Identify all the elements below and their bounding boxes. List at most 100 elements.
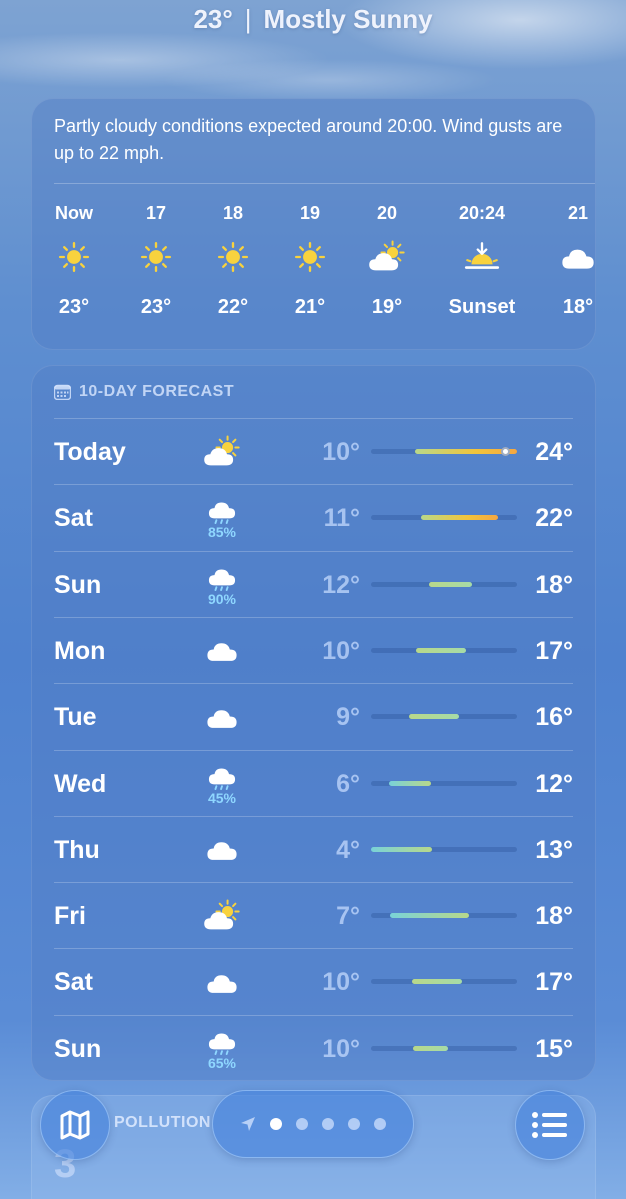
hour-temp: 23° xyxy=(140,296,172,318)
hourly-item: 21 18° xyxy=(538,199,595,321)
hourly-summary: Partly cloudy conditions expected around… xyxy=(54,116,563,163)
low-temp: 10° xyxy=(322,968,360,997)
sunset-icon xyxy=(442,227,522,287)
header-separator: | xyxy=(244,4,252,34)
forecast-day-row[interactable]: Sat 10° 17° xyxy=(54,948,573,1014)
day-name: Sat xyxy=(54,504,93,533)
calendar-icon xyxy=(54,384,71,400)
partly-cloudy-icon xyxy=(202,435,242,469)
temp-range-fill xyxy=(420,515,498,521)
forecast-day-row[interactable]: Thu 4° 13° xyxy=(54,815,573,882)
high-temp: 17° xyxy=(535,968,573,997)
low-temp: 12° xyxy=(322,570,360,599)
hourly-item: 19 21° xyxy=(270,199,350,321)
page-dot[interactable] xyxy=(296,1118,308,1130)
high-temp: 22° xyxy=(535,504,573,533)
forecast-day-row[interactable]: Mon 10° 17° xyxy=(54,616,573,683)
forecast-day-row[interactable]: Sun 90% 12° 18° xyxy=(54,550,573,618)
day-name: Sun xyxy=(54,1034,102,1063)
sun-icon xyxy=(193,227,273,287)
day-weather xyxy=(202,419,242,485)
low-temp: 7° xyxy=(336,902,360,931)
cloud-icon xyxy=(538,227,595,287)
forecast-day-row[interactable]: Sat 85% 11° 22° xyxy=(54,484,573,550)
high-temp: 13° xyxy=(535,835,573,864)
ten-day-forecast-card[interactable]: 10-DAY FORECAST Today 10° 24° Sat 85% 11… xyxy=(31,365,596,1081)
hour-time: 20 xyxy=(376,203,398,223)
temp-range-fill xyxy=(388,780,431,786)
hour-time: 19 xyxy=(299,203,321,223)
list-icon xyxy=(532,1112,567,1138)
rain-icon xyxy=(206,563,238,591)
day-name: Today xyxy=(54,438,126,466)
cloud-icon xyxy=(204,705,240,730)
hour-temp: 22° xyxy=(217,296,249,318)
hour-time: 18 xyxy=(222,203,244,223)
high-temp: 18° xyxy=(535,902,573,931)
hourly-forecast-card[interactable]: Partly cloudy conditions expected around… xyxy=(31,98,596,350)
forecast-day-row[interactable]: Today 10° 24° xyxy=(54,418,573,484)
forecast-day-row[interactable]: Wed 45% 6° 12° xyxy=(54,749,573,817)
day-weather xyxy=(202,883,242,949)
temp-range-bar xyxy=(371,846,517,852)
forecast-day-row[interactable]: Fri 7° 18° xyxy=(54,882,573,948)
cloud-icon xyxy=(204,837,240,862)
temp-range-bar xyxy=(371,979,517,985)
day-name: Tue xyxy=(54,703,97,732)
hourly-item: 20:24 Sunset xyxy=(442,199,522,321)
day-name: Wed xyxy=(54,769,107,798)
city-list-button[interactable] xyxy=(515,1090,585,1160)
hour-temp: 18° xyxy=(562,296,594,318)
forecast-day-row[interactable]: Sun 65% 10° 15° xyxy=(54,1014,573,1082)
day-weather: 90% xyxy=(202,552,242,618)
temp-range-fill xyxy=(411,979,462,985)
page-indicator[interactable] xyxy=(212,1090,414,1158)
page-dot[interactable] xyxy=(322,1118,334,1130)
day-weather xyxy=(202,949,242,1015)
temp-range-fill xyxy=(416,647,466,653)
temp-range-bar xyxy=(371,714,517,720)
page-dot[interactable] xyxy=(374,1118,386,1130)
hour-temp: 23° xyxy=(58,296,90,318)
hour-time: 20:24 xyxy=(458,203,506,223)
temp-range-bar xyxy=(371,780,517,786)
forecast-header: 10-DAY FORECAST xyxy=(54,381,234,403)
low-temp: 6° xyxy=(336,769,360,798)
precipitation-chance: 45% xyxy=(207,789,237,806)
temp-range-bar xyxy=(371,581,517,587)
temp-range-bar xyxy=(371,647,517,653)
map-icon xyxy=(60,1110,90,1140)
temp-range-bar xyxy=(371,515,517,521)
hour-time: Now xyxy=(55,203,93,223)
high-temp: 16° xyxy=(535,703,573,732)
map-button[interactable] xyxy=(40,1090,110,1160)
location-arrow-icon xyxy=(241,1117,255,1131)
day-weather: 65% xyxy=(202,1016,242,1082)
current-temp-marker xyxy=(500,447,510,456)
temp-range-fill xyxy=(413,1045,449,1051)
page-dot[interactable] xyxy=(348,1118,360,1130)
sun-icon xyxy=(34,227,114,287)
rain-icon xyxy=(206,762,238,790)
forecast-day-row[interactable]: Tue 9° 16° xyxy=(54,683,573,749)
hour-time: 17 xyxy=(145,203,167,223)
day-weather: 45% xyxy=(202,751,242,817)
precipitation-chance: 65% xyxy=(207,1054,237,1071)
day-name: Thu xyxy=(54,835,100,864)
low-temp: 10° xyxy=(322,1034,360,1063)
temp-range-bar xyxy=(371,913,517,919)
precipitation-chance: 85% xyxy=(207,524,237,541)
hour-temp: 19° xyxy=(371,296,403,318)
partly-cloudy-icon xyxy=(202,899,242,933)
rain-icon xyxy=(206,496,238,525)
low-temp: 10° xyxy=(322,636,360,665)
current-conditions: 23° | Mostly Sunny xyxy=(0,4,626,35)
page-dot[interactable] xyxy=(270,1118,282,1130)
low-temp: 11° xyxy=(323,504,360,533)
day-name: Sat xyxy=(54,968,93,997)
temp-range-fill xyxy=(371,846,433,852)
hourly-item: 17 23° xyxy=(116,199,196,321)
hourly-item: Now 23° xyxy=(34,199,114,321)
hour-temp: 21° xyxy=(294,296,326,318)
hourly-item: 18 22° xyxy=(193,199,273,321)
